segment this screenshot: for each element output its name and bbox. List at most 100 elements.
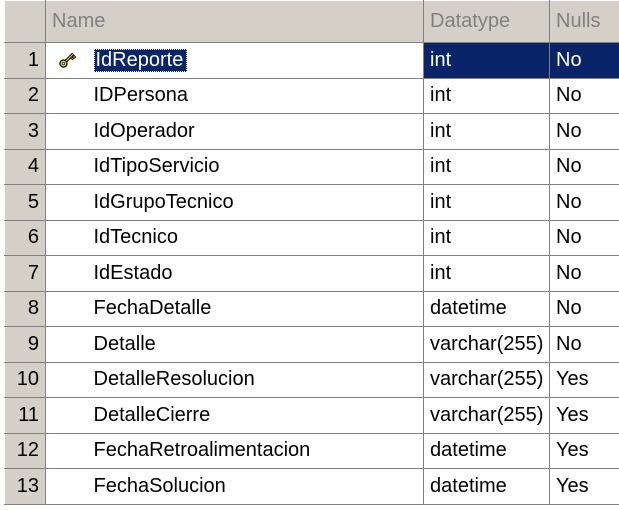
nulls-cell[interactable]: No <box>549 255 619 292</box>
table-row[interactable]: 6 IdTecnico int No <box>4 219 619 256</box>
row-selector[interactable]: 11 <box>4 397 46 434</box>
table-row[interactable]: 3 IdOperador int No <box>4 113 619 150</box>
row-selector[interactable]: 8 <box>4 290 46 327</box>
key-indicator-cell <box>45 433 88 469</box>
grid-body: 1 IdReporte int No 2 IDPersona int No 3 IdOperado… <box>4 42 619 505</box>
datatype-cell[interactable]: datetime <box>423 291 551 327</box>
key-indicator-cell <box>45 184 88 221</box>
table-design-grid: Name Datatype Nulls 1 IdReporte int No 2 IDPe… <box>4 0 619 510</box>
column-name-text: IdGrupoTecnico <box>93 190 234 213</box>
column-name-cell[interactable]: FechaSolucion <box>87 468 425 505</box>
column-name-text: FechaSolucion <box>93 474 226 497</box>
nulls-cell[interactable]: Yes <box>549 362 619 398</box>
nulls-cell[interactable]: No <box>549 78 619 114</box>
datatype-column-header[interactable]: Datatype <box>423 0 551 43</box>
table-row[interactable]: 7 IdEstado int No <box>4 255 619 292</box>
table-row[interactable]: 13 FechaSolucion datetime Yes <box>4 468 619 505</box>
key-indicator-cell <box>45 326 88 363</box>
key-indicator-cell <box>45 362 88 398</box>
table-row[interactable]: 12 FechaRetroalimentacion datetime Yes <box>4 432 619 469</box>
datatype-cell[interactable]: int <box>423 149 551 185</box>
key-indicator-cell <box>45 220 88 256</box>
datatype-cell[interactable]: datetime <box>423 433 551 469</box>
columns-table: Name Datatype Nulls 1 IdReporte int No 2 IDPe… <box>4 0 619 505</box>
column-name-text: IDPersona <box>93 84 189 107</box>
column-name-cell[interactable]: IdEstado <box>87 255 425 292</box>
column-name-cell[interactable]: IdReporte <box>87 42 425 79</box>
nulls-cell[interactable]: Yes <box>549 468 619 505</box>
row-selector[interactable]: 4 <box>4 148 46 185</box>
row-selector[interactable]: 1 <box>4 42 46 79</box>
row-selector[interactable]: 7 <box>4 255 46 292</box>
table-row[interactable]: 2 IDPersona int No <box>4 77 619 114</box>
key-indicator-cell <box>45 255 88 292</box>
row-selector[interactable]: 2 <box>4 77 46 114</box>
column-name-cell[interactable]: DetalleCierre <box>87 397 425 434</box>
key-indicator-cell <box>45 397 88 434</box>
table-row[interactable]: 10 DetalleResolucion varchar(255) Yes <box>4 361 619 398</box>
row-selector[interactable]: 10 <box>4 361 46 398</box>
table-row[interactable]: 5 IdGrupoTecnico int No <box>4 184 619 221</box>
table-row[interactable]: 8 FechaDetalle datetime No <box>4 290 619 327</box>
column-name-text: FechaDetalle <box>93 297 212 320</box>
key-indicator-cell <box>45 78 88 114</box>
datatype-cell[interactable]: int <box>423 42 551 79</box>
key-indicator-cell <box>45 113 88 150</box>
nulls-cell[interactable]: No <box>549 291 619 327</box>
nulls-cell[interactable]: No <box>549 326 619 363</box>
nulls-column-header[interactable]: Nulls <box>549 0 619 43</box>
key-indicator-cell <box>45 468 88 505</box>
column-name-text: IdEstado <box>93 261 173 284</box>
column-name-text: IdOperador <box>93 119 195 142</box>
datatype-cell[interactable]: varchar(255) <box>423 326 551 363</box>
key-indicator-cell <box>45 291 88 327</box>
column-name-text: IdTipoServicio <box>93 155 220 178</box>
column-name-cell[interactable]: FechaDetalle <box>87 291 425 327</box>
datatype-cell[interactable]: int <box>423 78 551 114</box>
column-name-cell[interactable]: IDPersona <box>87 78 425 114</box>
row-selector[interactable]: 6 <box>4 219 46 256</box>
nulls-cell[interactable]: No <box>549 220 619 256</box>
column-name-cell[interactable]: DetalleResolucion <box>87 362 425 398</box>
row-selector[interactable]: 9 <box>4 326 46 363</box>
nulls-cell[interactable]: Yes <box>549 433 619 469</box>
header-row: Name Datatype Nulls <box>4 0 619 43</box>
datatype-cell[interactable]: datetime <box>423 468 551 505</box>
key-indicator-cell <box>45 149 88 185</box>
column-name-cell[interactable]: IdTipoServicio <box>87 149 425 185</box>
column-name-text: DetalleCierre <box>93 403 211 426</box>
datatype-cell[interactable]: int <box>423 220 551 256</box>
datatype-cell[interactable]: int <box>423 255 551 292</box>
nulls-cell[interactable]: No <box>549 113 619 150</box>
datatype-cell[interactable]: varchar(255) <box>423 397 551 434</box>
datatype-cell[interactable]: varchar(255) <box>423 362 551 398</box>
table-row[interactable]: 1 IdReporte int No <box>4 42 619 79</box>
table-row[interactable]: 11 DetalleCierre varchar(255) Yes <box>4 397 619 434</box>
column-name-cell[interactable]: IdTecnico <box>87 220 425 256</box>
column-name-cell[interactable]: IdGrupoTecnico <box>87 184 425 221</box>
column-name-text: IdTecnico <box>93 226 179 249</box>
row-selector[interactable]: 3 <box>4 113 46 150</box>
table-row[interactable]: 4 IdTipoServicio int No <box>4 148 619 185</box>
column-name-cell[interactable]: Detalle <box>87 326 425 363</box>
nulls-cell[interactable]: No <box>549 184 619 221</box>
column-name-text: Detalle <box>93 332 156 355</box>
column-name-cell[interactable]: FechaRetroalimentacion <box>87 433 425 469</box>
datatype-cell[interactable]: int <box>423 113 551 150</box>
column-name-text: DetalleResolucion <box>93 368 255 391</box>
primary-key-icon <box>59 53 77 69</box>
name-column-header[interactable]: Name <box>44 0 425 43</box>
datatype-cell[interactable]: int <box>423 184 551 221</box>
column-name-text: IdReporte <box>93 48 188 72</box>
nulls-cell[interactable]: Yes <box>549 397 619 434</box>
nulls-cell[interactable]: No <box>549 42 619 79</box>
key-indicator-cell <box>45 42 88 79</box>
table-row[interactable]: 9 Detalle varchar(255) No <box>4 326 619 363</box>
column-name-cell[interactable]: IdOperador <box>87 113 425 150</box>
row-selector[interactable]: 13 <box>4 468 46 505</box>
row-selector[interactable]: 12 <box>4 432 46 469</box>
corner-header[interactable] <box>4 0 46 43</box>
row-selector[interactable]: 5 <box>4 184 46 221</box>
nulls-cell[interactable]: No <box>549 149 619 185</box>
column-name-text: FechaRetroalimentacion <box>93 439 311 462</box>
